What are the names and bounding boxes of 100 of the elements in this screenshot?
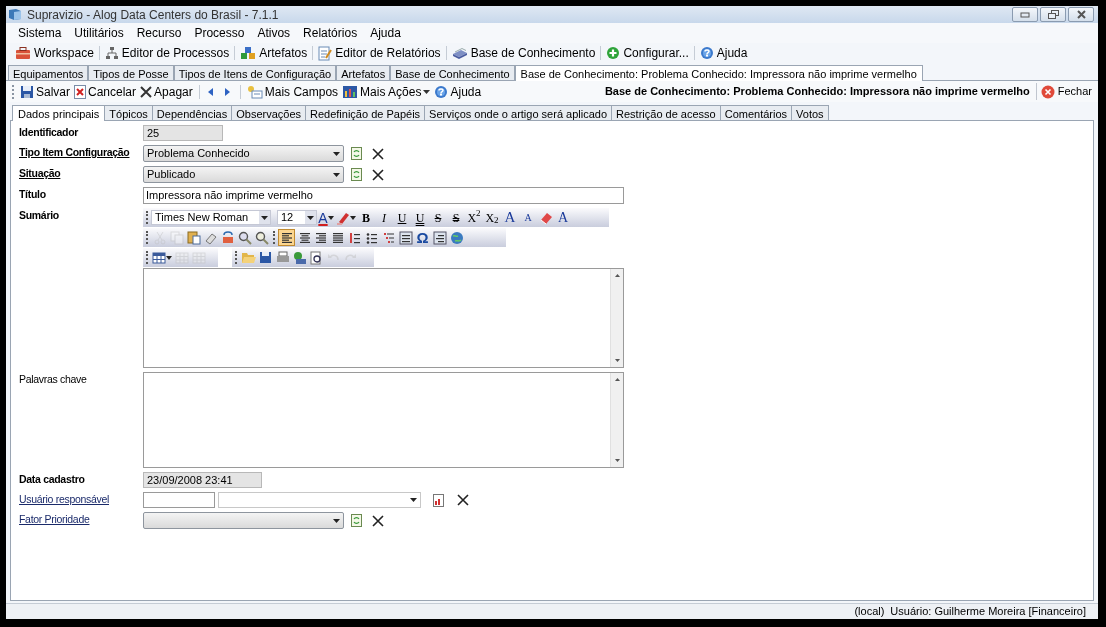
field-link[interactable]: Usuário responsável xyxy=(19,492,143,507)
help-icon xyxy=(699,46,714,60)
document-tab[interactable]: Equipamentos xyxy=(8,65,89,80)
refresh-button[interactable] xyxy=(349,512,365,529)
toolbar-button[interactable]: Configurar... xyxy=(605,44,690,62)
dropdown[interactable] xyxy=(143,512,344,529)
format-button[interactable]: X$^{2}$ xyxy=(465,209,483,226)
field-label: Data cadastro xyxy=(19,472,86,487)
field-link[interactable]: Tipo Item Configuração xyxy=(19,145,143,160)
action-button[interactable]: Cancelar xyxy=(72,82,139,101)
scrollbar[interactable] xyxy=(610,269,623,367)
size-dropdown[interactable]: 12 xyxy=(277,210,317,225)
toolbar-button[interactable]: Workspace xyxy=(14,44,95,62)
menu-item[interactable]: Utilitários xyxy=(68,24,130,42)
app-icon xyxy=(8,8,22,21)
toolbar-button[interactable]: Artefatos xyxy=(239,44,309,62)
menu-item[interactable]: Processo xyxy=(188,24,251,42)
window-title: Supravizio - Alog Data Centers do Brasil - 7.1.1 xyxy=(27,6,279,24)
search-user-button[interactable] xyxy=(431,492,447,508)
form-tab[interactable]: Restrição de acesso xyxy=(612,105,721,120)
caret-icon xyxy=(333,151,340,156)
close-circle-icon xyxy=(1040,84,1055,99)
format-button[interactable]: A xyxy=(317,209,335,226)
toolbar-button[interactable]: Base de Conhecimento xyxy=(450,44,597,62)
caret-icon xyxy=(307,215,314,220)
caret-icon xyxy=(423,89,431,94)
action-button[interactable]: Mais Ações xyxy=(340,82,433,101)
restore-button[interactable] xyxy=(1040,7,1066,22)
menu-item[interactable]: Sistema xyxy=(12,24,68,42)
dropdown[interactable]: Problema Conhecido xyxy=(143,145,344,162)
special-character-button[interactable]: Ω xyxy=(414,229,431,246)
delete-icon xyxy=(457,494,469,506)
clear-button[interactable] xyxy=(455,492,471,508)
form-tab[interactable]: Comentários xyxy=(720,105,793,120)
field-label: Palavras chave xyxy=(19,372,88,387)
flowchart-icon xyxy=(104,46,119,60)
menu-item[interactable]: Relatórios xyxy=(297,24,364,42)
action-button[interactable]: Apagar xyxy=(138,82,195,101)
format-button[interactable]: A xyxy=(554,209,572,226)
format-button[interactable]: S xyxy=(447,209,465,226)
input-field[interactable] xyxy=(143,492,215,508)
cancel-document-icon xyxy=(74,84,86,99)
plus-icon xyxy=(606,46,621,60)
clear-button[interactable] xyxy=(370,166,386,183)
field-link[interactable]: Fator Prioridade xyxy=(19,512,143,527)
document-edit-icon xyxy=(318,45,333,61)
font-dropdown[interactable]: Times New Roman xyxy=(151,210,271,225)
text-area[interactable] xyxy=(143,372,624,468)
action-button[interactable]: Mais Campos xyxy=(244,82,341,101)
scrollbar[interactable] xyxy=(610,373,623,467)
minimize-icon xyxy=(1020,11,1030,18)
format-button[interactable]: S xyxy=(429,209,447,226)
form-tab[interactable]: Serviços onde o artigo será aplicado xyxy=(425,105,613,120)
menu-item[interactable]: Ativos xyxy=(251,24,297,42)
format-button[interactable]: A xyxy=(501,209,519,226)
toolbar-button[interactable]: Editor de Relatórios xyxy=(317,44,442,62)
refresh-button[interactable] xyxy=(349,145,365,162)
field-link[interactable]: Situação xyxy=(19,166,143,181)
field-label: Sumário xyxy=(19,208,60,223)
format-button[interactable]: X$_{2}$ xyxy=(483,209,501,226)
caret-icon xyxy=(327,215,334,220)
format-button[interactable]: A xyxy=(519,209,537,226)
form-tab[interactable]: Dados principais xyxy=(12,105,106,121)
form-tab[interactable]: Votos xyxy=(792,105,829,120)
refresh-icon xyxy=(351,147,363,160)
close-button[interactable] xyxy=(1068,7,1094,22)
format-button[interactable]: I xyxy=(375,209,393,226)
readonly-field: 25 xyxy=(143,125,223,141)
action-button[interactable]: Ajuda xyxy=(432,82,484,101)
format-button[interactable]: U xyxy=(411,209,429,226)
delete-icon xyxy=(140,85,153,98)
cubes-icon xyxy=(240,46,257,60)
document-tab[interactable]: Artefatos xyxy=(336,65,391,80)
dropdown[interactable]: Publicado xyxy=(143,166,344,183)
action-button[interactable]: Salvar xyxy=(18,82,72,101)
document-tab[interactable]: Tipos de Posse xyxy=(88,65,174,80)
caret-icon xyxy=(333,518,340,523)
form-tab[interactable]: Dependências xyxy=(152,105,233,120)
connection-label: (local) xyxy=(854,604,885,620)
briefcase-icon xyxy=(15,46,31,60)
format-button[interactable]: U xyxy=(393,209,411,226)
chart-window-icon xyxy=(342,84,359,99)
clear-button[interactable] xyxy=(370,145,386,162)
document-tab[interactable]: Base de Conhecimento xyxy=(390,65,515,80)
clear-button[interactable] xyxy=(370,512,386,529)
text-field[interactable]: Impressora não imprime vermelho xyxy=(143,187,624,204)
close-document-button[interactable]: Fechar xyxy=(1040,83,1092,100)
toolbar-button[interactable]: Ajuda xyxy=(698,44,749,62)
delete-icon xyxy=(372,514,384,527)
document-tab[interactable]: Tipos de Itens de Configuração xyxy=(173,65,337,80)
form-tab[interactable]: Observações xyxy=(232,105,306,120)
document-tab[interactable]: Base de Conhecimento: Problema Conhecido: Impressora não imprime vermelho xyxy=(514,65,923,81)
menu-item[interactable]: Recurso xyxy=(130,24,188,42)
form-tab[interactable]: Redefinição de Papéis xyxy=(306,105,426,120)
form-tab[interactable]: Tópicos xyxy=(105,105,153,120)
add-fields-icon xyxy=(246,84,263,99)
menu-item[interactable]: Ajuda xyxy=(364,24,407,42)
refresh-button[interactable] xyxy=(349,166,365,183)
toolbar-button[interactable]: Editor de Processos xyxy=(103,44,231,62)
format-button[interactable]: B xyxy=(357,209,375,226)
